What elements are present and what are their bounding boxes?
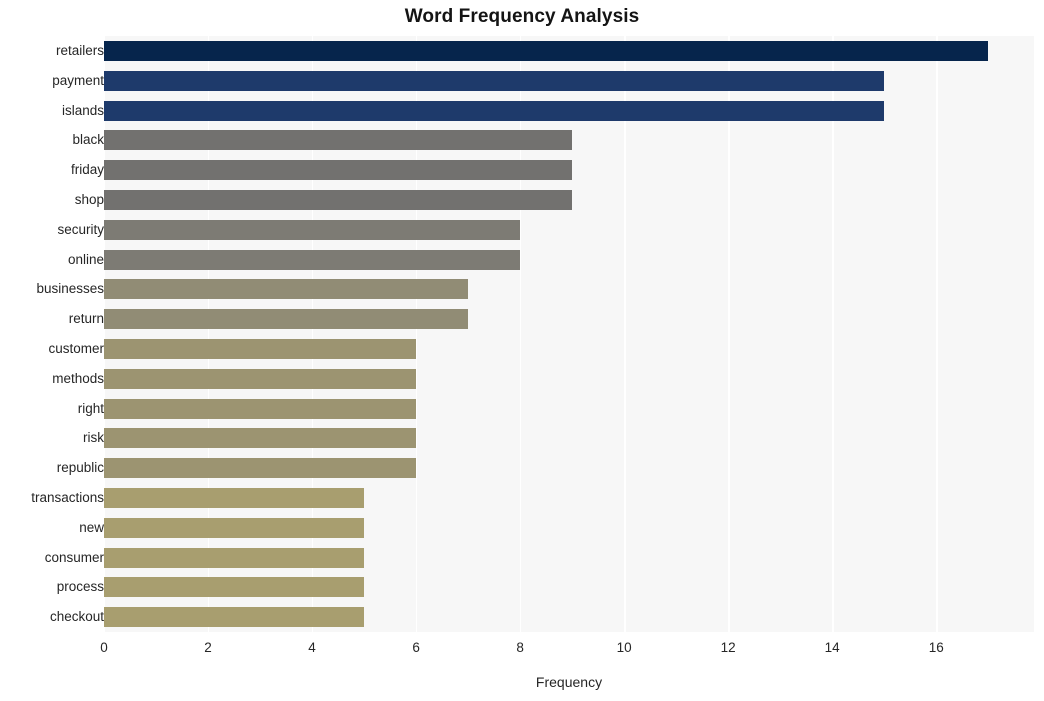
bar — [104, 309, 469, 330]
x-axis-tick-label: 4 — [308, 640, 316, 655]
y-axis-tick-label: businesses — [36, 281, 104, 297]
x-axis-tick-label: 14 — [824, 640, 840, 655]
plot-area — [104, 36, 1034, 632]
y-axis-tick-label: retailers — [55, 42, 104, 58]
x-axis-tick-label: 16 — [928, 640, 944, 655]
x-axis-tick-label: 10 — [616, 640, 632, 655]
y-axis-tick-label: methods — [52, 370, 104, 386]
bar — [104, 577, 365, 598]
x-axis-tick-label: 0 — [100, 640, 108, 655]
y-axis-tick-label: shop — [74, 191, 104, 207]
y-axis-tick-label: consumer — [44, 549, 104, 565]
bar — [104, 40, 989, 61]
gridline — [832, 36, 834, 632]
gridline — [936, 36, 938, 632]
y-axis-tick-label: new — [79, 519, 104, 535]
y-axis-tick-label: payment — [52, 72, 104, 88]
bar — [104, 368, 417, 389]
y-axis-tick-label: process — [56, 579, 104, 595]
chart-figure: Word Frequency Analysis retailers payment… — [0, 0, 1044, 701]
bar — [104, 219, 521, 240]
y-axis-tick-label: checkout — [49, 609, 104, 625]
bar — [104, 398, 417, 419]
bar — [104, 160, 573, 181]
bar — [104, 517, 365, 538]
y-axis-tick-label: black — [72, 132, 104, 148]
x-axis-tick-label: 2 — [204, 640, 212, 655]
x-axis-tick-label: 12 — [720, 640, 736, 655]
y-axis-tick-label: security — [57, 221, 104, 237]
bar — [104, 428, 417, 449]
bar — [104, 458, 417, 479]
x-axis-title: Frequency — [535, 674, 603, 690]
gridline — [416, 36, 418, 632]
bar — [104, 100, 885, 121]
bar — [104, 607, 365, 628]
bar — [104, 338, 417, 359]
gridline — [624, 36, 626, 632]
bar — [104, 487, 365, 508]
bar — [104, 70, 885, 91]
bar — [104, 249, 521, 270]
gridline — [104, 36, 106, 632]
bar — [104, 547, 365, 568]
x-axis-tick-label: 6 — [412, 640, 420, 655]
gridline — [520, 36, 522, 632]
bar — [104, 130, 573, 151]
y-axis-tick-label: customer — [48, 340, 104, 356]
y-axis-tick-label: republic — [56, 460, 104, 476]
gridline — [728, 36, 730, 632]
y-axis-tick-label: friday — [70, 162, 104, 178]
bar — [104, 279, 469, 300]
y-axis-tick-label: return — [68, 311, 104, 327]
bar — [104, 189, 573, 210]
y-axis-tick-label: islands — [61, 102, 104, 118]
y-axis-tick-label: risk — [83, 430, 104, 446]
y-axis-tick-label: online — [67, 251, 104, 267]
gridline — [312, 36, 314, 632]
gridline — [208, 36, 210, 632]
chart-title: Word Frequency Analysis — [404, 6, 640, 27]
y-axis-tick-label: right — [77, 400, 104, 416]
y-axis-tick-label: transactions — [31, 489, 104, 505]
x-axis-tick-label: 8 — [516, 640, 524, 655]
